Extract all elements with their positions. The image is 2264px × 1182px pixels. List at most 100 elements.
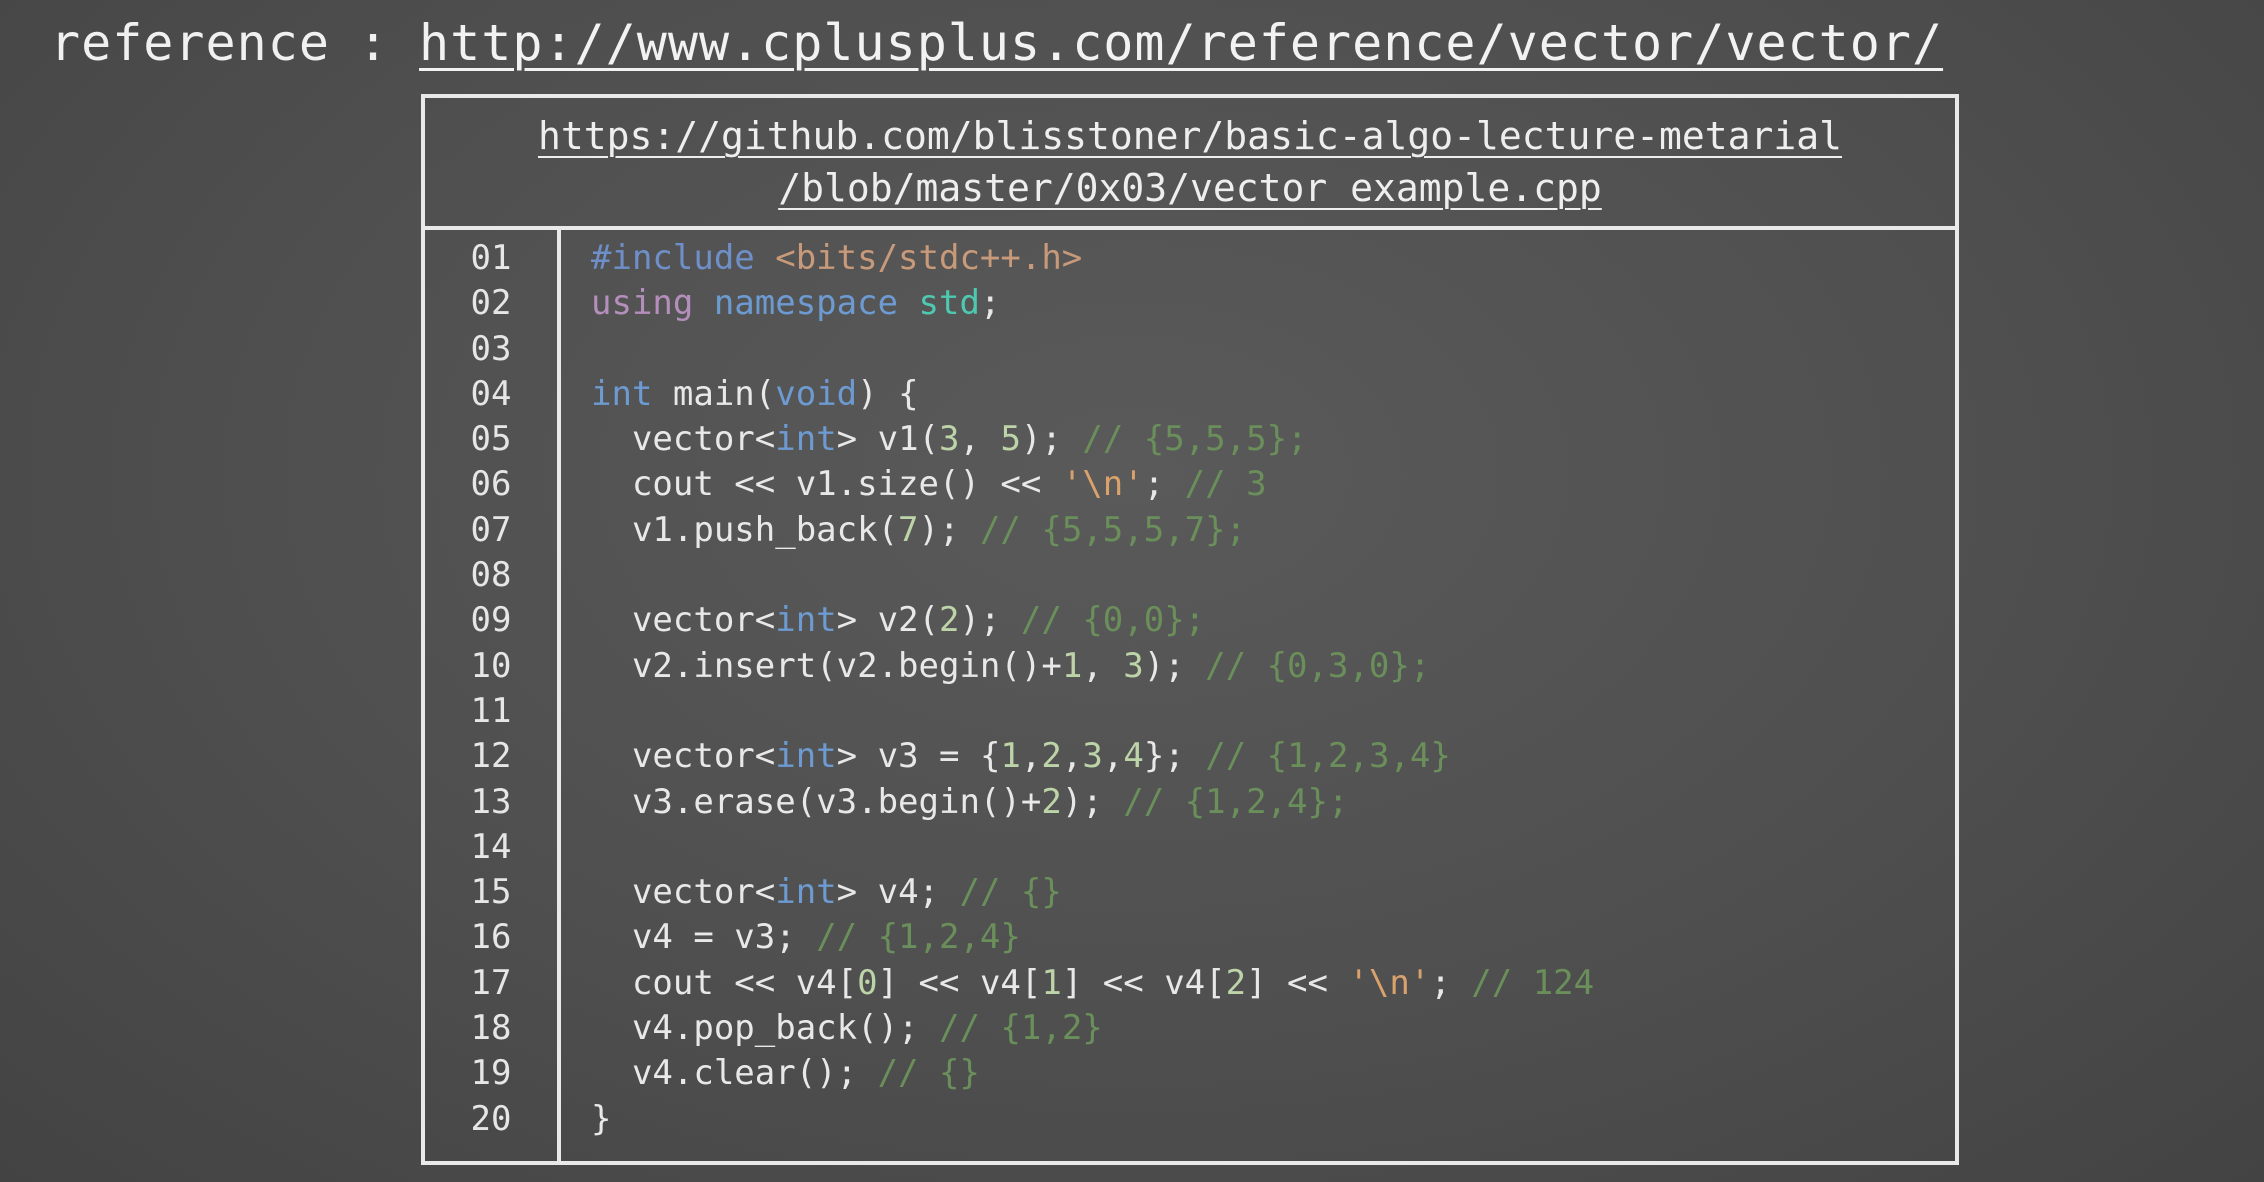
code-token: // {1,2} [939, 1008, 1103, 1049]
source-url-line-2[interactable]: /blob/master/0x03/vector_example.cpp [778, 164, 1602, 212]
code-line: v4.pop_back(); // {1,2} [591, 1006, 1935, 1051]
code-line: int main(void) { [591, 372, 1935, 417]
code-token: // 3 [1184, 464, 1267, 505]
line-number: 05 [470, 419, 512, 460]
line-number: 18 [470, 1008, 512, 1049]
code-token: } [591, 1098, 612, 1139]
code-token: 5 [1000, 419, 1021, 460]
code-token: 0 [857, 962, 878, 1003]
line-number: 16 [470, 917, 512, 958]
code-token: int [775, 600, 837, 641]
code-token: 2 [1225, 962, 1247, 1003]
code-token: ); [1020, 419, 1083, 460]
code-line: vector<int> v1(3, 5); // {5,5,5}; [591, 417, 1935, 462]
code-token: int [775, 736, 837, 777]
code-token: vector< [591, 872, 776, 913]
line-number: 13 [470, 781, 512, 822]
code-token: // {0,3,0}; [1205, 645, 1431, 686]
code-token: cout << v1.size() << [591, 464, 1062, 505]
code-token: , [1020, 736, 1042, 777]
code-token: v4 = v3; [591, 917, 817, 958]
code-token: ); [1143, 645, 1206, 686]
code-token: vector< [591, 419, 776, 460]
code-token: // {1,2,4} [816, 917, 1021, 958]
line-number: 14 [470, 826, 512, 867]
code-token: 1 [1061, 645, 1083, 686]
code-line: v1.push_back(7); // {5,5,5,7}; [591, 508, 1935, 553]
code-token: ; [1430, 962, 1472, 1003]
code-line: cout << v4[0] << v4[1] << v4[2] << '\n';… [591, 961, 1935, 1006]
code-line: } [591, 1097, 1935, 1142]
code-token: 1 [1000, 736, 1021, 777]
code-token: <bits/stdc++.h> [775, 238, 1083, 278]
reference-link[interactable]: http://www.cplusplus.com/reference/vecto… [419, 14, 1943, 72]
code-token: 2 [1041, 781, 1062, 822]
code-line: v4.clear(); // {} [591, 1051, 1935, 1096]
code-token: int [591, 373, 673, 414]
code-line: cout << v1.size() << '\n'; // 3 [591, 462, 1935, 507]
code-token: vector< [591, 736, 776, 777]
code-token: > v2( [836, 600, 940, 641]
code-token: 2 [939, 600, 960, 641]
code-token: v4.pop_back(); [591, 1008, 939, 1049]
line-number: 12 [470, 736, 512, 777]
line-number: 11 [470, 690, 512, 731]
code-token: // 124 [1471, 962, 1595, 1003]
code-token: v3.erase(v3.begin()+ [591, 781, 1042, 822]
line-number: 01 [470, 238, 512, 278]
code-token: void [775, 373, 858, 414]
code-token: ] << v4[ [1061, 962, 1226, 1003]
code-token: > v3 = { [836, 736, 1001, 777]
code-token: // {1,2,3,4} [1205, 736, 1451, 777]
code-token: > v4; [836, 872, 960, 913]
line-number: 02 [470, 283, 512, 324]
code-token: ; [1143, 464, 1185, 505]
source-url-line-1[interactable]: https://github.com/blisstoner/basic-algo… [538, 112, 1842, 160]
code-token: main( [672, 373, 776, 414]
code-token: v2.insert(v2.begin()+ [591, 645, 1062, 686]
code-token: v4.clear(); [591, 1053, 878, 1094]
code-token: // {} [877, 1053, 980, 1094]
code-panel: https://github.com/blisstoner/basic-algo… [421, 94, 1959, 1165]
reference-label: reference [50, 14, 330, 72]
line-number: 08 [470, 555, 512, 596]
code-block: #include <bits/stdc++.h> using namespace … [591, 236, 1935, 1142]
code-token: 3 [1123, 645, 1144, 686]
code-token: cout << v4[ [591, 962, 858, 1003]
code-line: vector<int> v2(2); // {0,0}; [591, 598, 1935, 643]
code-token: int [775, 419, 837, 460]
code-token: namespace [713, 283, 919, 324]
reference-line: reference : http://www.cplusplus.com/ref… [50, 8, 1943, 78]
code-token: 2 [1041, 736, 1062, 777]
code-token: // {0,0}; [1020, 600, 1206, 641]
code-line: #include <bits/stdc++.h> [591, 236, 1935, 281]
code-token: '\n' [1061, 464, 1144, 505]
code-token: std [918, 283, 980, 324]
code-line: v2.insert(v2.begin()+1, 3); // {0,3,0}; [591, 644, 1935, 689]
code-token: 4 [1123, 736, 1144, 777]
code-token: ] << [1246, 962, 1349, 1003]
code-line: vector<int> v3 = {1,2,3,4}; // {1,2,3,4} [591, 734, 1935, 779]
code-token: ); [918, 509, 980, 550]
code-token: , [1061, 736, 1083, 777]
line-number: 07 [470, 509, 512, 550]
code-line: v3.erase(v3.begin()+2); // {1,2,4}; [591, 780, 1935, 825]
code-line: v4 = v3; // {1,2,4} [591, 915, 1935, 960]
code-token: #include [591, 238, 776, 278]
code-token: '\n' [1348, 962, 1431, 1003]
line-numbers: 01 02 03 04 05 06 07 08 09 10 11 12 13 14 15 16 17 18 19 20 [425, 236, 557, 1142]
code-token: // {5,5,5,7}; [979, 509, 1247, 550]
line-number: 09 [470, 600, 512, 641]
code-token: using [591, 283, 714, 324]
line-number: 04 [470, 373, 512, 414]
line-number: 06 [470, 464, 512, 505]
source-header: https://github.com/blisstoner/basic-algo… [425, 98, 1955, 230]
code-token: // {} [959, 872, 1062, 913]
line-number: 10 [470, 645, 512, 686]
code-token: ); [959, 600, 1021, 641]
code-token: 3 [1082, 736, 1103, 777]
code-token: v1.push_back( [591, 509, 899, 550]
code-token: int [775, 872, 837, 913]
